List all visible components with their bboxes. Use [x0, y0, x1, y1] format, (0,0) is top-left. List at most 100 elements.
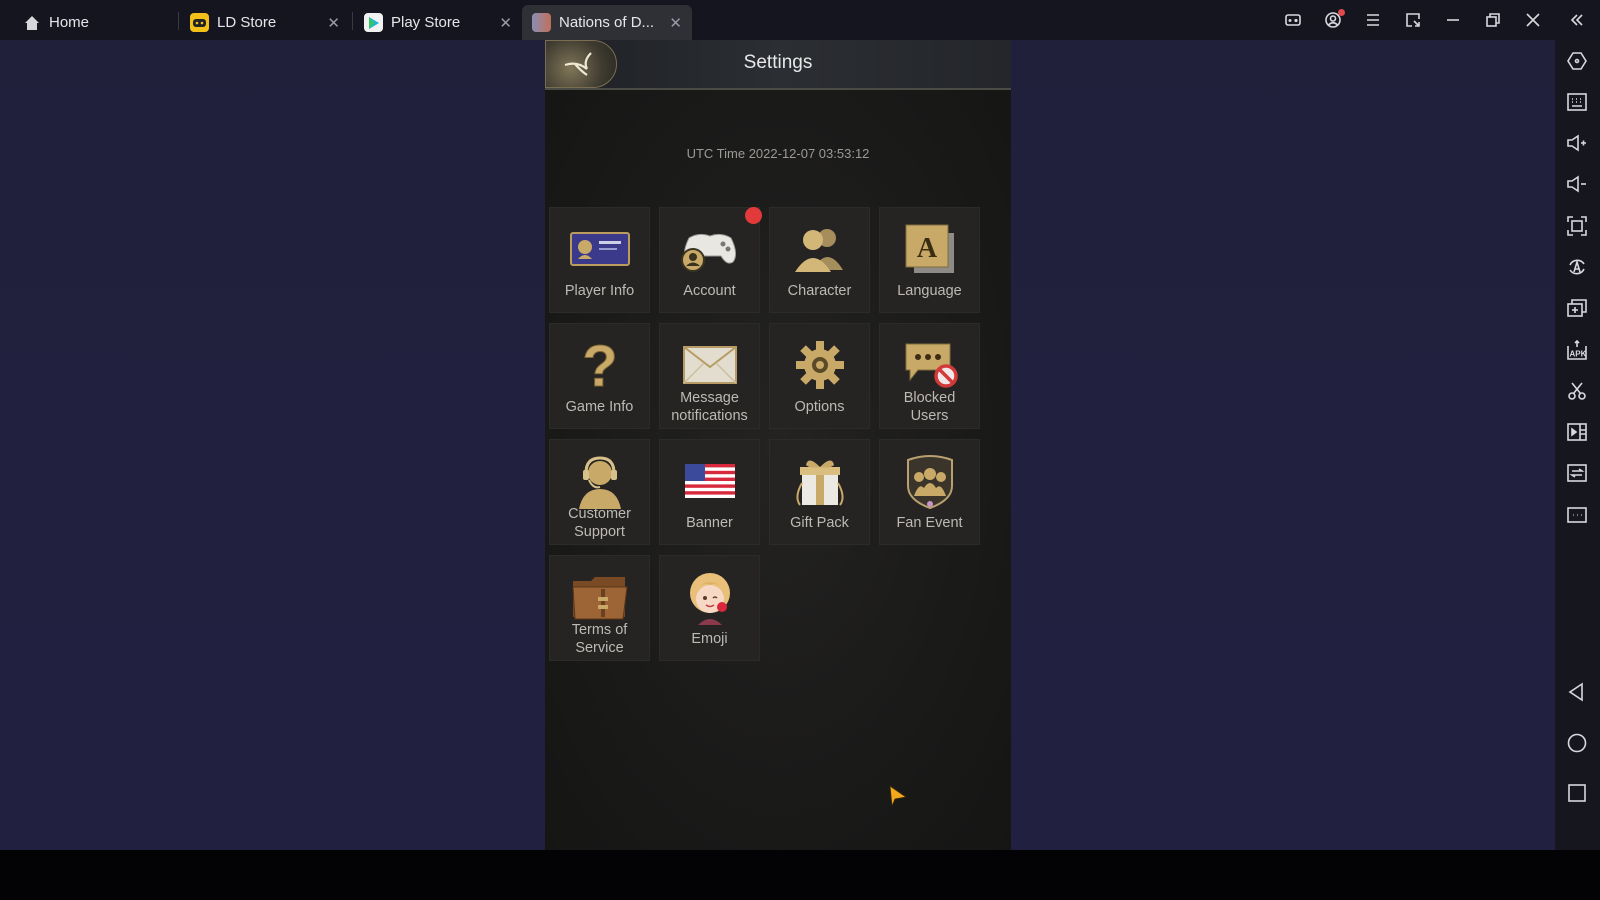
- tab-label: LD Store: [217, 14, 277, 31]
- label-line: Service: [575, 639, 624, 656]
- collapse-sidebar-icon: [1570, 14, 1583, 26]
- home-icon: [22, 13, 41, 32]
- fullscreen-icon: [1567, 216, 1587, 236]
- more-icon: [1567, 507, 1587, 523]
- emulator-background-left: [0, 40, 545, 850]
- label-line: Game Info: [565, 399, 634, 415]
- label-line: Player Info: [564, 283, 635, 299]
- tab-home[interactable]: Home: [22, 5, 172, 40]
- tab-nations-of-darkness[interactable]: Nations of D... ✕: [522, 5, 692, 40]
- settings-item-label: Account: [660, 283, 759, 301]
- tab-divider: [352, 12, 353, 30]
- settings-item-emoji[interactable]: Emoji: [659, 555, 760, 661]
- android-back-button[interactable]: [1565, 680, 1589, 704]
- question-glyph: ?: [582, 338, 617, 392]
- mouse-cursor: [889, 785, 909, 807]
- more-button[interactable]: [1565, 503, 1589, 527]
- gamepad-icon: [1285, 14, 1301, 26]
- screenshot-button[interactable]: [1565, 379, 1589, 403]
- sync-icon: [1567, 464, 1587, 482]
- collapse-sidebar-button[interactable]: [1565, 8, 1589, 32]
- user-account-button[interactable]: [1321, 8, 1345, 32]
- settings-item-game-info[interactable]: ? Game Info: [549, 323, 650, 429]
- settings-item-label: Character: [770, 283, 869, 301]
- settings-item-options[interactable]: Options: [769, 323, 870, 429]
- tab-divider: [178, 12, 179, 30]
- settings-item-customer-support[interactable]: Customer Support: [549, 439, 650, 545]
- gamepad-account-icon: [679, 222, 741, 276]
- keyboard-button[interactable]: [1565, 90, 1589, 114]
- settings-item-message-notifications[interactable]: Message notifications: [659, 323, 760, 429]
- gift-icon: [789, 454, 851, 508]
- restore-icon: [1486, 13, 1500, 27]
- envelope-icon: [679, 338, 741, 392]
- characters-icon: [789, 222, 851, 276]
- multi-instance-button[interactable]: [1565, 296, 1589, 320]
- settings-header: Settings: [545, 40, 1011, 90]
- label-line: Character: [787, 283, 852, 299]
- settings-item-language[interactable]: A Language: [879, 207, 980, 313]
- window-mode-button[interactable]: [1401, 8, 1425, 32]
- settings-item-account[interactable]: Account: [659, 207, 762, 313]
- language-glyph: A: [916, 233, 937, 264]
- settings-button[interactable]: [1565, 49, 1589, 73]
- volume-up-button[interactable]: [1565, 131, 1589, 155]
- settings-item-label: Options: [770, 399, 869, 417]
- android-recents-button[interactable]: [1565, 781, 1589, 805]
- close-tab-icon[interactable]: ✕: [327, 14, 340, 32]
- tab-ld-store[interactable]: LD Store ✕: [190, 5, 350, 40]
- close-tab-icon[interactable]: ✕: [669, 14, 682, 32]
- gear-icon: [789, 338, 851, 392]
- settings-item-label: Message notifications: [660, 390, 759, 425]
- settings-item-banner[interactable]: Banner: [659, 439, 760, 545]
- ld-store-icon: [190, 13, 209, 32]
- back-icon: [1568, 682, 1583, 702]
- settings-item-fan-event[interactable]: Fan Event: [879, 439, 980, 545]
- menu-button[interactable]: [1361, 8, 1385, 32]
- settings-item-label: Gift Pack: [770, 515, 869, 533]
- home-circle-icon: [1567, 733, 1587, 753]
- label-line: Blocked: [903, 390, 956, 406]
- keyboard-icon: [1567, 93, 1587, 111]
- settings-item-label: Blocked Users: [880, 390, 979, 425]
- android-home-button[interactable]: [1565, 731, 1589, 755]
- window-mode-icon: [1406, 13, 1420, 27]
- label-line: Support: [574, 523, 625, 540]
- settings-item-player-info[interactable]: Player Info: [549, 207, 650, 313]
- settings-item-label: Game Info: [550, 399, 649, 417]
- game-screen: Settings UTC Time 2022-12-07 03:53:12 Pl…: [545, 40, 1011, 850]
- record-button[interactable]: [1565, 420, 1589, 444]
- settings-item-gift-pack[interactable]: Gift Pack: [769, 439, 870, 545]
- close-icon: [1526, 13, 1540, 27]
- restore-button[interactable]: [1481, 8, 1505, 32]
- label-line: Options: [794, 399, 845, 415]
- volume-down-button[interactable]: [1565, 172, 1589, 196]
- player-card-icon: [569, 222, 631, 276]
- settings-icon: [1567, 52, 1587, 70]
- settings-item-blocked-users[interactable]: Blocked Users: [879, 323, 980, 429]
- sync-button[interactable]: [1565, 461, 1589, 485]
- emulator-sidebar: APK: [1555, 40, 1600, 850]
- auto-rotate-button[interactable]: [1565, 255, 1589, 279]
- auto-rotate-icon: [1569, 259, 1585, 275]
- close-tab-icon[interactable]: ✕: [499, 14, 512, 32]
- minimize-button[interactable]: [1441, 8, 1465, 32]
- language-icon: A: [899, 222, 961, 276]
- apk-label: APK: [1570, 350, 1587, 359]
- record-icon: [1567, 423, 1587, 441]
- tab-label: Nations of D...: [559, 14, 655, 31]
- tab-play-store[interactable]: Play Store ✕: [364, 5, 522, 40]
- settings-item-label: Emoji: [660, 631, 759, 649]
- settings-item-terms-of-service[interactable]: Terms of Service: [549, 555, 650, 661]
- multi-instance-icon: [1567, 299, 1587, 317]
- close-window-button[interactable]: [1521, 8, 1545, 32]
- folder-icon: [569, 570, 631, 624]
- fullscreen-button[interactable]: [1565, 214, 1589, 238]
- gamepad-button[interactable]: [1281, 8, 1305, 32]
- volume-down-icon: [1567, 175, 1586, 193]
- settings-item-character[interactable]: Character: [769, 207, 870, 313]
- label-line: Users: [910, 407, 949, 424]
- recents-icon: [1568, 784, 1586, 802]
- settings-item-label: Fan Event: [880, 515, 979, 533]
- apk-install-button[interactable]: APK: [1565, 338, 1589, 362]
